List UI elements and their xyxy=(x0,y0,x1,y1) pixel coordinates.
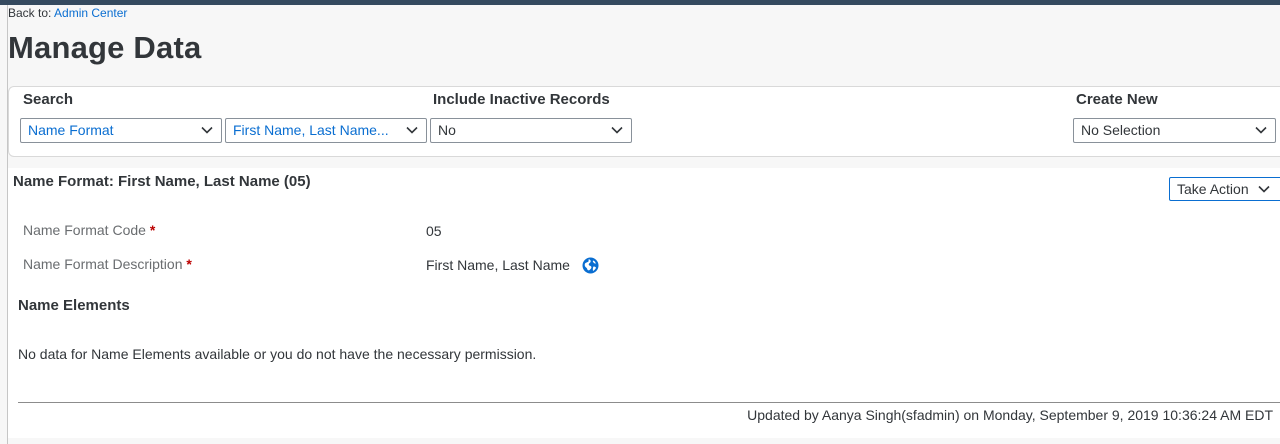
take-action-button[interactable]: Take Action xyxy=(1169,177,1280,201)
page-title: Manage Data xyxy=(8,30,202,65)
required-marker: * xyxy=(149,222,156,238)
create-new-value: No Selection xyxy=(1081,122,1161,138)
chevron-down-icon xyxy=(1255,126,1267,134)
chevron-down-icon xyxy=(201,126,213,134)
back-navigation: Back to: Admin Center xyxy=(8,6,127,20)
create-new-select[interactable]: No Selection xyxy=(1073,118,1276,143)
take-action-label: Take Action xyxy=(1177,181,1249,197)
required-marker: * xyxy=(186,256,192,272)
back-prefix: Back to: xyxy=(8,6,52,20)
name-format-code-label: Name Format Code * xyxy=(23,222,155,238)
admin-center-link[interactable]: Admin Center xyxy=(54,6,127,20)
search-object-select[interactable]: First Name, Last Name... xyxy=(225,118,427,143)
include-inactive-label: Include Inactive Records xyxy=(433,91,610,108)
chevron-down-icon xyxy=(406,126,418,134)
create-new-label: Create New xyxy=(1076,91,1158,108)
chevron-down-icon xyxy=(611,126,623,134)
search-type-value: Name Format xyxy=(28,122,114,138)
footer-divider xyxy=(18,402,1280,403)
search-type-select[interactable]: Name Format xyxy=(20,118,222,143)
search-label: Search xyxy=(23,91,74,108)
search-object-value: First Name, Last Name... xyxy=(233,122,389,138)
include-inactive-select[interactable]: No xyxy=(430,118,632,143)
field-label-text: Name Format Description xyxy=(23,256,183,272)
globe-icon[interactable] xyxy=(582,257,599,274)
record-title: Name Format: First Name, Last Name (05) xyxy=(13,173,311,190)
name-format-description-label: Name Format Description * xyxy=(23,256,192,272)
shell-top-bar xyxy=(0,0,1280,5)
name-format-code-value: 05 xyxy=(426,223,442,239)
include-inactive-value: No xyxy=(438,122,456,138)
name-format-description-value: First Name, Last Name xyxy=(426,257,570,273)
chevron-down-icon xyxy=(1258,185,1270,193)
updated-by-text: Updated by Aanya Singh(sfadmin) on Monda… xyxy=(747,407,1273,423)
record-content-area xyxy=(8,168,1280,438)
name-elements-title: Name Elements xyxy=(18,297,130,314)
name-elements-empty-message: No data for Name Elements available or y… xyxy=(18,346,537,362)
field-label-text: Name Format Code xyxy=(23,222,146,238)
